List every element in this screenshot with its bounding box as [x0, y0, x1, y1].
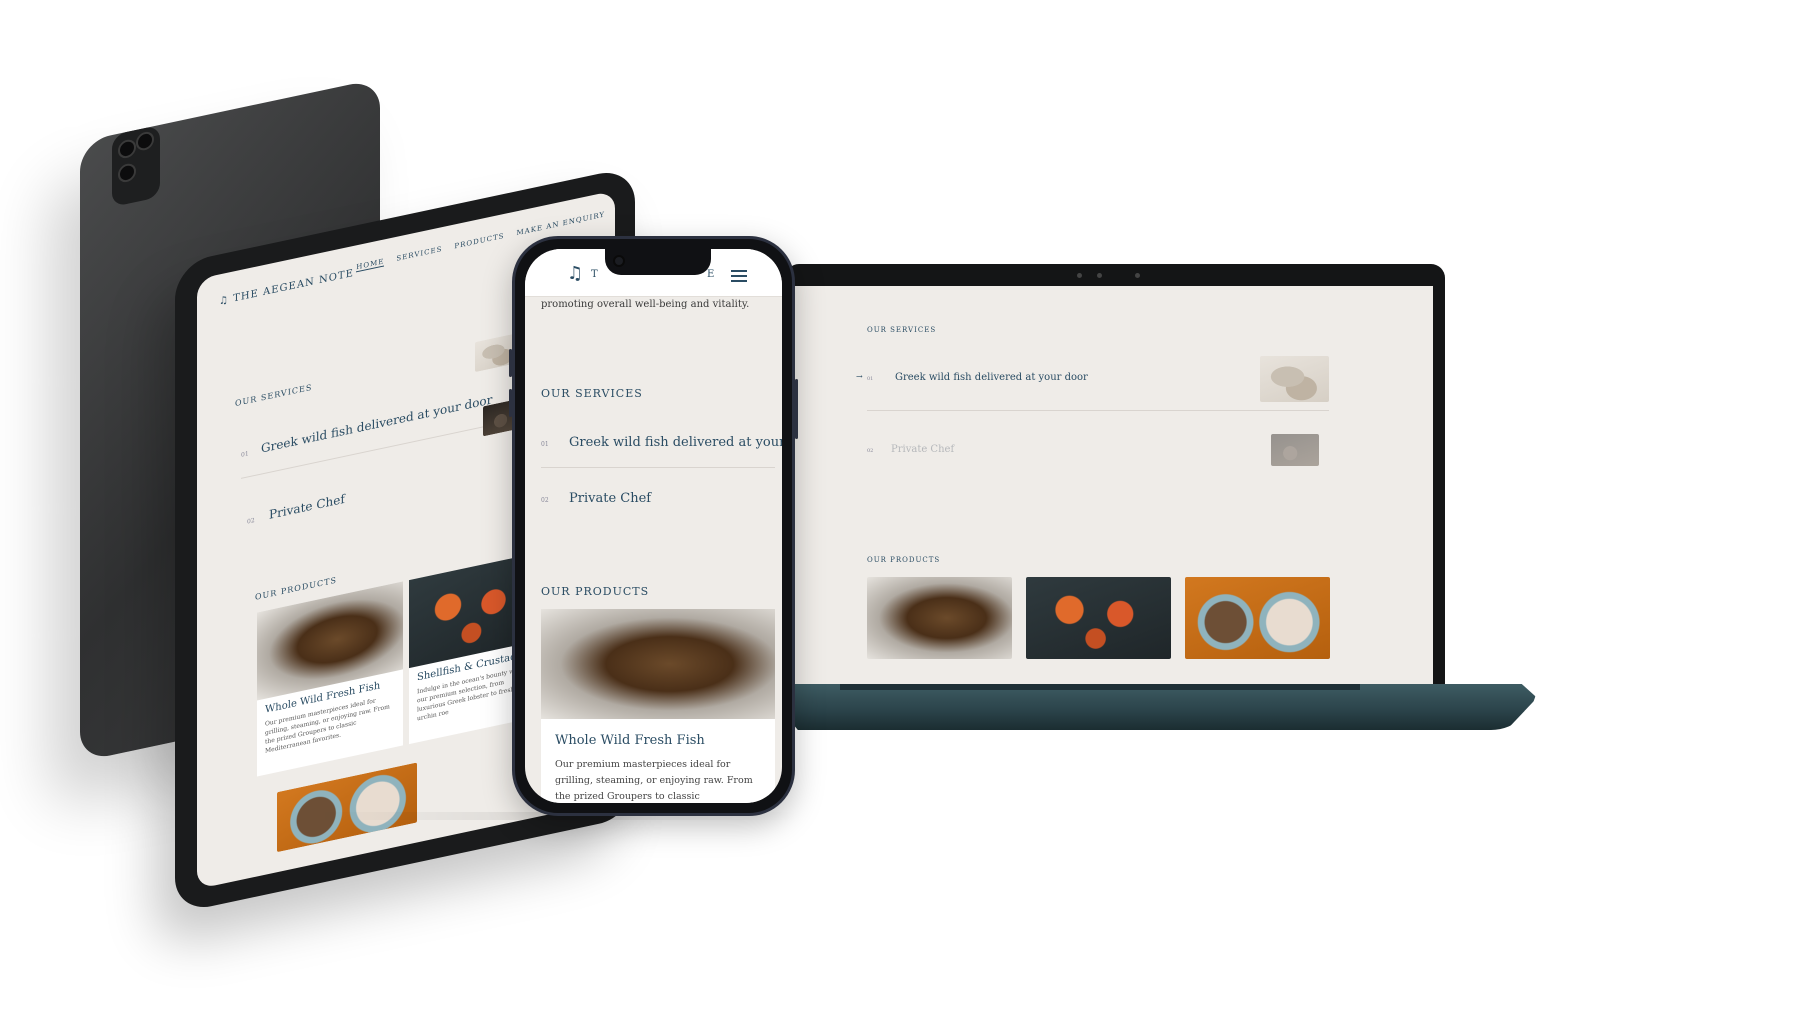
nav-enquiry[interactable]: MAKE AN ENQUIRY	[516, 210, 605, 238]
divider	[541, 467, 775, 468]
nav-home[interactable]: HOME	[356, 257, 385, 273]
laptop-hinge	[840, 684, 1360, 690]
tablet-product-card-1[interactable]: Whole Wild Fresh Fish Our premium master…	[257, 581, 403, 777]
camera-lens-icon	[136, 130, 154, 152]
intro-text: promoting overall well-being and vitalit…	[541, 299, 750, 310]
laptop-sensor-icon	[1135, 273, 1140, 278]
phone-service-1[interactable]: Greek wild fish delivered at your door	[569, 435, 782, 450]
camera-lens-icon	[118, 162, 136, 184]
laptop-sensor-icon	[1097, 273, 1102, 278]
service-number: 01	[867, 376, 874, 382]
service-number: 02	[867, 448, 874, 454]
tablet-service-2[interactable]: Private Chef	[269, 492, 345, 522]
laptop-services-label: OUR SERVICES	[867, 326, 937, 334]
music-note-icon[interactable]: ♫	[567, 263, 583, 284]
laptop-products-label: OUR PRODUCTS	[867, 556, 941, 564]
nav-services[interactable]: SERVICES	[396, 245, 442, 264]
phone-services-label: OUR SERVICES	[541, 387, 643, 400]
dip-image	[277, 762, 417, 853]
tablet-logo[interactable]: ♫ THE AEGEAN NOTE	[219, 268, 354, 308]
tablet-services-label: OUR SERVICES	[235, 382, 313, 409]
divider	[867, 410, 1329, 411]
phone-notch	[605, 249, 711, 275]
service-number: 02	[541, 497, 549, 504]
power-button	[795, 379, 798, 439]
front-camera-icon	[613, 255, 625, 267]
tablet-service-1[interactable]: Greek wild fish delivered at your door	[261, 392, 492, 455]
laptop-camera-icon	[1077, 273, 1082, 278]
phone-device: ♫ T E promoting overall well-being and v…	[509, 236, 798, 816]
product-title: Whole Wild Fresh Fish	[555, 733, 705, 748]
laptop-service-2[interactable]: Private Chef	[891, 444, 954, 455]
phone-product-card-1[interactable]: Whole Wild Fresh Fish Our premium master…	[541, 609, 775, 803]
laptop-device: OUR SERVICES → 01 Greek wild fish delive…	[785, 264, 1445, 684]
laptop-service-1[interactable]: Greek wild fish delivered at your door	[895, 372, 1088, 383]
tablet-camera-module	[112, 124, 160, 208]
phone-products-label: OUR PRODUCTS	[541, 585, 650, 598]
whole-fish-image	[541, 609, 775, 719]
product-description: Our premium masterpieces ideal for grill…	[555, 759, 753, 802]
service-number: 01	[541, 441, 549, 448]
nav-products[interactable]: PRODUCTS	[454, 232, 504, 252]
chef-thumbnail	[1271, 434, 1319, 466]
whole-fish-image[interactable]	[867, 577, 1012, 659]
volume-up-button	[509, 349, 512, 377]
music-note-icon: ♫	[219, 294, 229, 308]
camera-lens-icon	[118, 138, 136, 160]
shellfish-image[interactable]	[1026, 577, 1171, 659]
raw-fish-thumbnail	[1260, 356, 1329, 402]
phone-service-2[interactable]: Private Chef	[569, 491, 651, 506]
phone-screen: ♫ T E promoting overall well-being and v…	[525, 249, 782, 803]
arrow-right-icon: →	[856, 372, 863, 381]
volume-down-button	[509, 389, 512, 417]
dip-image[interactable]	[1185, 577, 1330, 659]
brand-name-tail: E	[707, 269, 715, 280]
brand-name-partial: T	[591, 269, 599, 280]
service-number: 02	[247, 516, 255, 526]
hamburger-menu-icon[interactable]	[731, 270, 747, 285]
brand-name: THE AEGEAN NOTE	[233, 267, 354, 305]
laptop-base	[775, 684, 1537, 730]
laptop-screen: OUR SERVICES → 01 Greek wild fish delive…	[795, 286, 1433, 684]
service-number: 01	[241, 450, 249, 459]
